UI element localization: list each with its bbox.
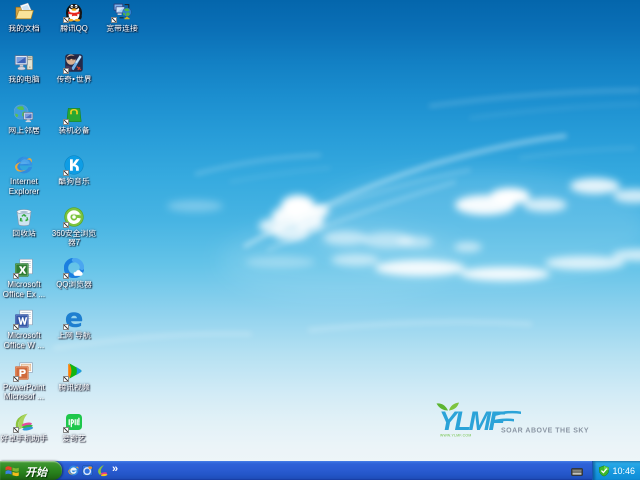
svg-text:WWW.YLMF.COM: WWW.YLMF.COM	[440, 434, 471, 438]
svg-text:SOAR ABOVE THE SKY: SOAR ABOVE THE SKY	[501, 428, 589, 435]
